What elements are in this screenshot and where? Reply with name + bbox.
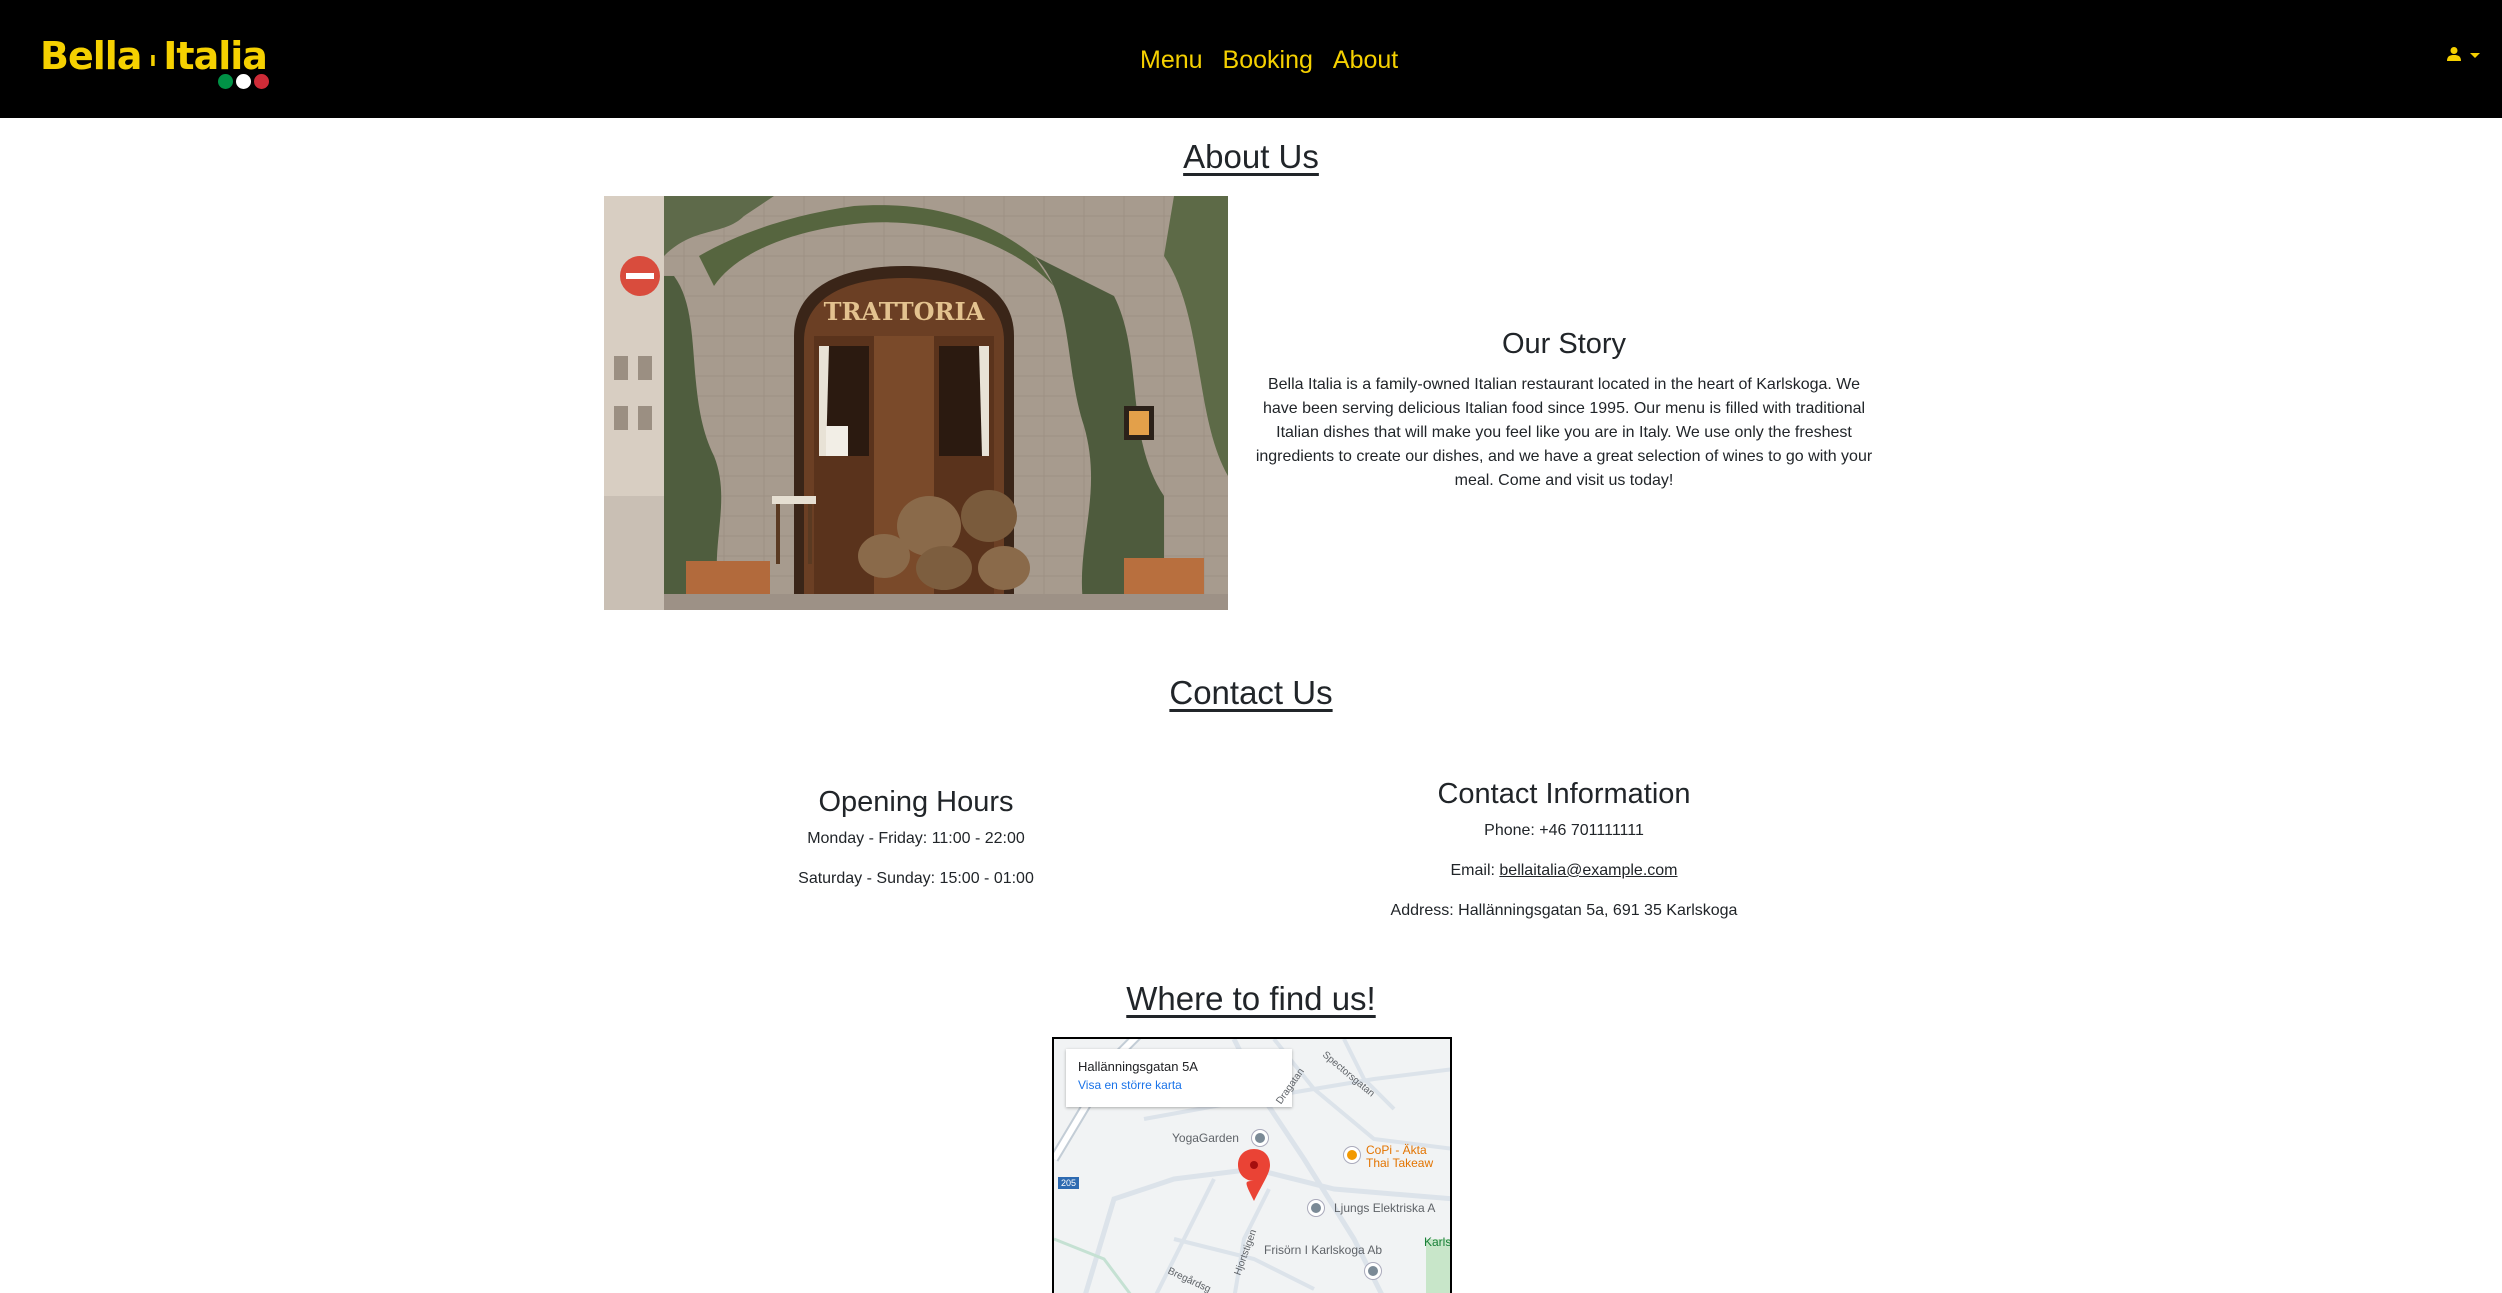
logo-word-bella: Bella bbox=[40, 34, 142, 78]
nav-link-menu[interactable]: Menu bbox=[1140, 40, 1203, 80]
road-number-badge: 205 bbox=[1058, 1177, 1080, 1189]
trattoria-sign-text: TRATTORIA bbox=[824, 297, 985, 326]
label-karls: Karls bbox=[1424, 1235, 1452, 1249]
nav-link-booking[interactable]: Booking bbox=[1223, 40, 1313, 80]
contact-address: Address: Hallänningsgatan 5a, 691 35 Kar… bbox=[1390, 902, 1738, 919]
about-title: About Us bbox=[1183, 138, 1319, 175]
story-title: Our Story bbox=[1501, 328, 1627, 360]
chevron-down-icon bbox=[2470, 52, 2480, 58]
hours-weekday: Monday - Friday: 11:00 - 22:00 bbox=[807, 830, 1025, 847]
nav-link-about[interactable]: About bbox=[1333, 40, 1398, 80]
map-info-card: Hallänningsgatan 5A Visa en större karta bbox=[1066, 1049, 1292, 1107]
user-icon bbox=[2447, 47, 2461, 61]
contact-email-line: Email: bellaitalia@example.com bbox=[1254, 859, 1874, 883]
label-yogagarden: YogaGarden bbox=[1172, 1131, 1239, 1145]
hours-weekend: Saturday - Sunday: 15:00 - 01:00 bbox=[798, 870, 1034, 887]
logo-word-italia: Italia bbox=[163, 34, 268, 78]
user-menu-dropdown[interactable] bbox=[2446, 46, 2480, 62]
poi-frisorn-icon[interactable] bbox=[1365, 1263, 1381, 1279]
hours-title: Opening Hours bbox=[818, 786, 1014, 818]
poi-yogagarden-icon[interactable] bbox=[1252, 1130, 1268, 1146]
logo-separator: ı bbox=[149, 46, 156, 71]
green-dot bbox=[218, 74, 233, 89]
nav-links: Menu Booking About bbox=[1140, 40, 1398, 80]
contact-phone: Phone: +46 701111111 bbox=[1484, 822, 1644, 839]
poi-ljungs-icon[interactable] bbox=[1308, 1200, 1324, 1216]
our-story: Our Story Bella Italia is a family-owned… bbox=[1254, 328, 1874, 493]
red-dot bbox=[254, 74, 269, 89]
label-frisorn: Frisörn I Karlskoga Ab bbox=[1264, 1243, 1383, 1257]
email-link[interactable]: bellaitalia@example.com bbox=[1499, 862, 1677, 879]
trattoria-image: TRATTORIA bbox=[604, 196, 1228, 610]
italian-flag-dots bbox=[218, 74, 269, 89]
contact-information: Contact Information Phone: +46 701111111… bbox=[1254, 778, 1874, 939]
white-dot bbox=[236, 74, 251, 89]
contact-info-title: Contact Information bbox=[1437, 778, 1691, 810]
restaurant-icon[interactable] bbox=[1344, 1147, 1360, 1163]
map-title: Where to find us! bbox=[1126, 980, 1376, 1017]
map-card-address: Hallänningsgatan 5A bbox=[1078, 1059, 1198, 1074]
story-text: Bella Italia is a family-owned Italian r… bbox=[1255, 376, 1873, 489]
label-copi: CoPi - Äkta bbox=[1366, 1143, 1427, 1157]
navbar: Bella ı Italia Menu Booking About bbox=[0, 0, 2502, 118]
map-larger-link[interactable]: Visa en större karta bbox=[1078, 1078, 1280, 1092]
email-label: Email: bbox=[1450, 862, 1500, 879]
label-copi-takeaway: Thai Takeaw bbox=[1366, 1156, 1434, 1170]
google-map-embed[interactable]: Hallänningsgatan 5A Visa en större karta… bbox=[1052, 1037, 1452, 1293]
brand-logo[interactable]: Bella ı Italia bbox=[40, 30, 280, 94]
contact-title: Contact Us bbox=[1169, 674, 1333, 711]
opening-hours: Opening Hours Monday - Friday: 11:00 - 2… bbox=[604, 786, 1228, 907]
trattoria-illustration: TRATTORIA bbox=[604, 196, 1228, 610]
label-ljungs: Ljungs Elektriska A bbox=[1334, 1201, 1436, 1215]
